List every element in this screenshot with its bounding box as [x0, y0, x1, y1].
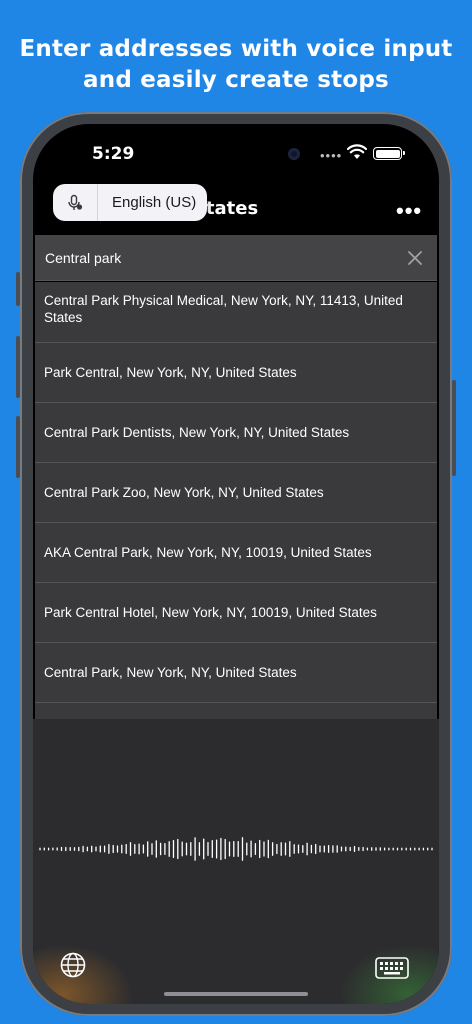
clear-search-button[interactable]	[403, 246, 427, 270]
result-item[interactable]: Central Park Zoo, New York, NY, United S…	[35, 463, 437, 523]
result-item[interactable]: Park Central, New York, NY, United State…	[35, 343, 437, 403]
language-popover[interactable]: English (US)	[53, 184, 207, 221]
results-list: Central Park Physical Medical, New York,…	[35, 282, 437, 719]
battery-icon	[373, 147, 405, 160]
wifi-icon	[347, 144, 367, 159]
close-icon	[408, 250, 422, 265]
language-label[interactable]: English (US)	[98, 194, 196, 211]
phone-silent-switch	[16, 272, 20, 306]
voice-input-panel	[33, 719, 439, 1004]
ellipsis-icon[interactable]: •••	[396, 198, 422, 224]
status-time: 5:29	[92, 144, 135, 164]
result-item[interactable]: AKA Central Park, New York, NY, 10019, U…	[35, 523, 437, 583]
result-item[interactable]: Central Park Physical Medical, New York,…	[35, 282, 437, 343]
phone-screen: 5:29 •••• ted States ••• English (US) Ce…	[33, 124, 439, 1004]
home-indicator[interactable]	[164, 992, 308, 996]
phone-volume-up	[16, 336, 20, 398]
front-camera-icon	[288, 148, 300, 160]
cellular-signal-icon: ••••	[320, 148, 343, 163]
keyboard-icon[interactable]	[375, 957, 409, 979]
microphone-icon	[68, 194, 83, 210]
phone-volume-down	[16, 416, 20, 478]
result-item[interactable]: Central Park, New York, NY, United State…	[35, 643, 437, 703]
promo-line-2: and easily create stops	[83, 67, 389, 93]
result-item[interactable]: Park Central Hotel, New York, NY, 10019,…	[35, 583, 437, 643]
search-input[interactable]: Central park	[45, 250, 403, 266]
waveform	[39, 837, 433, 861]
search-field[interactable]: Central park	[35, 235, 437, 281]
microphone-button[interactable]	[53, 184, 98, 221]
promo-line-1: Enter addresses with voice input	[19, 36, 453, 62]
promo-headline: Enter addresses with voice input and eas…	[0, 34, 472, 96]
result-item[interactable]: Central Park Dentists, New York, NY, Uni…	[35, 403, 437, 463]
phone-power-button	[452, 380, 456, 476]
globe-icon[interactable]	[59, 951, 87, 979]
